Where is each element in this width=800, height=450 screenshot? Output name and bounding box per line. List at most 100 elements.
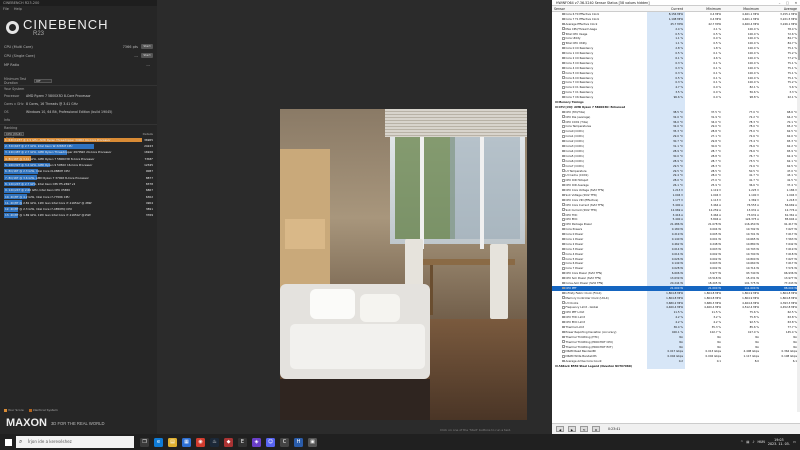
sensor-group[interactable]: ASRock B550 Steel Legend (Nuvoton NCT679… [552,364,800,370]
ranking-name: 13. 4C/8T @ 1.69 GHz, 11th Gen Intel Cor… [5,213,91,218]
sensor-name: L3 Clocks [565,300,579,305]
sensor-name: Total CPU Usage [565,31,588,36]
sensor-icon [562,183,565,187]
ranking-row[interactable]: 9. 12C/24T @ 2.66 GHz, Intel Xeon CPU X5… [4,187,153,193]
sensor-icon [562,27,565,30]
sensor-name: ASRock B550 Steel Legend (Nuvoton NCT679… [558,364,633,369]
sensor-name: Core 7 Power [565,266,584,271]
sensor-name: Core 4 C0 Residency [565,65,594,70]
reset-clock-icon[interactable]: ⟲ [580,426,588,432]
ranking-score: 4904 [145,200,153,205]
back-icon[interactable]: ◀ [556,426,564,432]
chrome-icon[interactable]: ◉ [196,437,205,447]
network-icon[interactable]: ▤ [746,440,749,444]
test-label: MP Ratio [4,62,20,67]
ranking-row[interactable]: 4. 8C/16T @ 3.41 GHz, AMD Ryzen 7 5800X3… [4,156,153,162]
tray-chevron-icon[interactable]: ^ [740,440,743,444]
sensor-icon [562,179,565,182]
sensor-icon [562,17,565,21]
sensor-icon [562,135,565,138]
menu-file[interactable]: File [3,6,9,12]
menu-help[interactable]: Help [14,6,22,12]
ranking-row[interactable]: 2. 32C/64T @ 2.7 GHz, Intel Xeon W-3265M… [4,143,153,149]
cinebench-icon[interactable]: C [280,437,289,447]
ranking-name: 1. 64C/128T @ 2.9 GHz, AMD Ryzen Threadr… [5,137,111,142]
minimize-icon[interactable]: – [779,0,781,5]
start-button[interactable] [0,434,16,450]
sensor-icon [562,164,565,167]
sensor-icon [562,247,565,250]
clock[interactable]: 19:03 2023. 11. 05. [768,438,790,446]
ranking-row[interactable]: 6. 8C/16T @ 2.3 GHz, Intel Core i9-9880H… [4,168,153,174]
monitor-icon[interactable]: ▣ [308,437,317,447]
task-view-icon[interactable]: ❐ [140,437,149,447]
maximize-icon[interactable]: □ [786,0,789,5]
edge-icon[interactable]: e [154,437,163,447]
ranking-row[interactable]: 12. 4C/8T @ 2.3 GHz, Intel Core i7-4850H… [4,206,153,212]
sensor-name: DRAM Read Bandwidth [565,349,597,354]
language-indicator[interactable]: HUN [757,440,764,444]
cinebench-logo: CINEBENCH R23 [0,12,157,42]
sensor-icon [562,37,565,40]
forward-icon[interactable]: ▶ [568,426,576,432]
column-average[interactable]: Average [761,6,799,11]
sensor-icon [562,286,565,290]
game-icon[interactable]: ◆ [224,437,233,447]
epic-icon[interactable]: E [238,437,247,447]
sensor-name: Core3 (CCD1) [565,144,584,149]
explorer-icon[interactable]: ▤ [168,437,177,447]
store-icon[interactable]: ▦ [182,437,191,447]
ranking-name: 4. 8C/16T @ 3.41 GHz, AMD Ryzen 7 5800X3… [5,156,95,161]
column-maximum[interactable]: Maximum [723,6,761,11]
ranking-select[interactable]: CPU (Multi Core) [4,132,24,139]
sensor-icon [562,86,565,89]
ranking-row[interactable]: 1. 64C/128T @ 2.9 GHz, AMD Ryzen Threadr… [4,137,153,143]
sensor-name: L3 Temperature [565,168,587,173]
ranking-row[interactable]: 8. 12C/24T @ 2.7 GHz, Intel Xeon CPU E5-… [4,181,153,187]
sensor-icon [562,345,565,348]
ranking-row[interactable]: 5. 16C/32T @ 3.4 GHz, AMD Ryzen 9 5950X … [4,162,153,168]
ranking-score: 12345 [144,163,153,168]
ranking-row[interactable]: 13. 4C/8T @ 1.69 GHz, 11th Gen Intel Cor… [4,213,153,219]
expand-icon [555,105,558,109]
ranking-row[interactable]: 3. 24C/48T @ 2.7 GHz, AMD Ryzen Threadri… [4,150,153,156]
sensor-icon [562,213,565,216]
sensor-name: Core 1 C0 Residency [565,51,594,56]
ranking-title: Ranking [0,124,157,131]
ranking-score: 16926 [144,150,153,155]
discord-icon[interactable]: ☺ [266,437,275,447]
column-current[interactable]: Current [647,6,685,11]
app-icon[interactable]: ◈ [252,437,261,447]
sensor-name: Core 4 Power [565,251,584,256]
sensor-name: Core2 (CCD1) [565,139,584,144]
column-sensor[interactable]: Sensor [552,6,647,11]
ranking-row[interactable]: 10. 4C/8T @ 4.2 GHz, Intel Core i7-7700K… [4,194,153,200]
cinebench-window: CINEBENCH R23.200 File Help CINEBENCH R2… [0,0,157,434]
notification-icon[interactable]: ▭ [793,440,796,444]
taskbar-search-input[interactable]: Írjon ide a kereséshez [16,436,134,448]
sensor-icon [562,198,565,202]
ranking-row[interactable]: 7. 8C/16T @ 3.6 GHz, AMD Ryzen 7 3700X 8… [4,175,153,181]
settings-icon[interactable]: ⚙ [592,426,600,432]
scrollbar-thumb[interactable] [797,12,800,60]
column-minimum[interactable]: Minimum [685,6,723,11]
sensor-name: Core6 (CCD1) [565,158,584,163]
system-tray: ^ ▤ ♪ HUN 19:03 2023. 11. 05. ▭ [740,438,800,446]
sensor-icon [562,291,565,295]
start-multi-core-button[interactable]: Start [141,44,153,49]
sensor-icon [562,223,565,226]
close-icon[interactable]: ✕ [794,0,797,5]
sensor-name: Thermal Throttling (HTC) [565,334,599,339]
test-label: CPU (Multi Core) [4,44,33,49]
hwinfo-sensor-list: Core 6 T0 Effective Clock 8,156 MHz 0.4 MH… [552,12,800,370]
min-test-duration-select[interactable]: Off [34,79,52,83]
volume-icon[interactable]: ♪ [752,440,754,444]
maxon-brand: MAXON 3D FOR THE REAL WORLD [6,414,104,432]
start-single-core-button[interactable]: Start [141,53,153,58]
steam-icon[interactable]: ♨ [210,437,219,447]
hwinfo-icon[interactable]: H [294,437,303,447]
ranking-details[interactable]: Details [143,132,153,136]
sensor-icon [562,115,565,118]
test-multi-core: CPU (Multi Core) 7366 pts Start [0,42,157,51]
ranking-row[interactable]: 11. 4C/8T @ 2.81 GHz, 11th Gen Intel Cor… [4,200,153,206]
